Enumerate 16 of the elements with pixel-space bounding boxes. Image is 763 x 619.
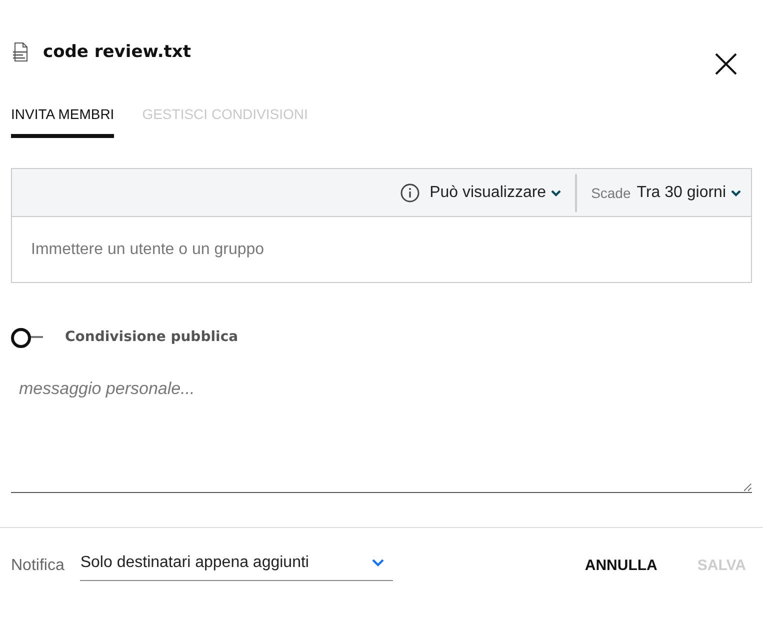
close-button[interactable] bbox=[714, 52, 738, 76]
chevron-down-icon bbox=[371, 558, 386, 568]
public-share-label: Condivisione pubblica bbox=[65, 329, 238, 345]
public-share-toggle[interactable] bbox=[11, 327, 43, 347]
info-icon[interactable] bbox=[400, 182, 420, 202]
chevron-down-icon bbox=[551, 188, 562, 196]
expiry-label: Scade bbox=[591, 184, 631, 200]
notify-dropdown[interactable]: Solo destinatari appena aggiunti bbox=[80, 550, 394, 581]
expiry-dropdown[interactable]: Tra 30 giorni bbox=[636, 184, 741, 202]
file-title: code review.txt bbox=[43, 42, 192, 62]
chevron-down-icon bbox=[731, 188, 741, 196]
permission-dropdown[interactable]: Può visualizzare bbox=[430, 184, 562, 202]
cancel-button[interactable]: ANNULLA bbox=[578, 553, 664, 578]
notify-label: Notifica bbox=[11, 556, 64, 574]
tab[interactable]: INVITA MEMBRI bbox=[11, 100, 114, 138]
user-input-field[interactable]: Immettere un utente o un gruppo bbox=[11, 217, 752, 283]
